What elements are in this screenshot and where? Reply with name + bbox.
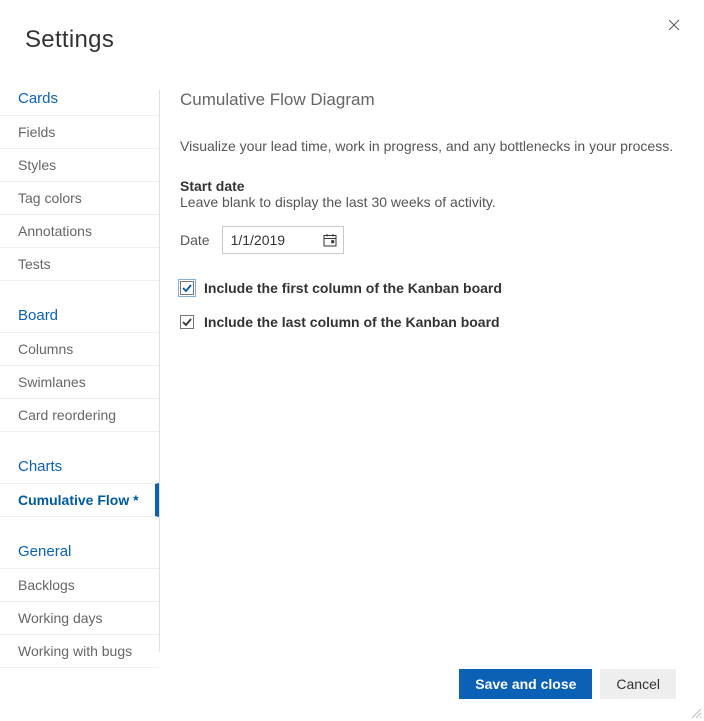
- sidebar-item-styles[interactable]: Styles: [0, 148, 159, 181]
- calendar-icon[interactable]: [323, 233, 337, 247]
- sidebar-item-tag-colors[interactable]: Tag colors: [0, 181, 159, 214]
- checkbox-row-first-column: Include the first column of the Kanban b…: [180, 280, 684, 296]
- sidebar-item-backlogs[interactable]: Backlogs: [0, 568, 159, 601]
- include-first-column-label: Include the first column of the Kanban b…: [204, 280, 502, 296]
- sidebar-header-general: General: [0, 535, 159, 568]
- sidebar-item-tests[interactable]: Tests: [0, 247, 159, 281]
- close-button[interactable]: [666, 17, 682, 33]
- sidebar-header-charts: Charts: [0, 450, 159, 483]
- include-last-column-label: Include the last column of the Kanban bo…: [204, 314, 500, 330]
- sidebar-section-cards: Cards Fields Styles Tag colors Annotatio…: [0, 90, 159, 281]
- panel-description: Visualize your lead time, work in progre…: [180, 138, 684, 154]
- sidebar-section-board: Board Columns Swimlanes Card reordering: [0, 299, 159, 432]
- sidebar-item-cumulative-flow[interactable]: Cumulative Flow *: [0, 483, 159, 517]
- settings-dialog: Settings Cards Fields Styles Tag colors …: [0, 0, 704, 721]
- date-row: Date: [180, 226, 684, 254]
- sidebar-item-working-with-bugs[interactable]: Working with bugs: [0, 634, 159, 668]
- dialog-title: Settings: [0, 0, 704, 54]
- checkbox-row-last-column: Include the last column of the Kanban bo…: [180, 314, 684, 330]
- sidebar-item-annotations[interactable]: Annotations: [0, 214, 159, 247]
- save-and-close-button[interactable]: Save and close: [459, 669, 592, 699]
- sidebar-section-charts: Charts Cumulative Flow *: [0, 450, 159, 517]
- sidebar-item-columns[interactable]: Columns: [0, 332, 159, 365]
- panel-title: Cumulative Flow Diagram: [180, 90, 684, 110]
- resize-grip-icon[interactable]: [690, 707, 702, 719]
- close-icon: [668, 19, 680, 31]
- settings-panel: Cumulative Flow Diagram Visualize your l…: [160, 90, 704, 652]
- settings-sidebar: Cards Fields Styles Tag colors Annotatio…: [0, 90, 160, 652]
- sidebar-header-cards: Cards: [0, 90, 159, 115]
- start-date-label: Start date: [180, 178, 684, 194]
- checkmark-icon: [182, 317, 192, 327]
- start-date-hint: Leave blank to display the last 30 weeks…: [180, 194, 684, 210]
- checkmark-icon: [182, 283, 192, 293]
- date-input-container[interactable]: [222, 226, 344, 254]
- cancel-button[interactable]: Cancel: [600, 669, 676, 699]
- sidebar-item-working-days[interactable]: Working days: [0, 601, 159, 634]
- dialog-body: Cards Fields Styles Tag colors Annotatio…: [0, 90, 704, 652]
- include-first-column-checkbox[interactable]: [180, 281, 194, 295]
- date-label: Date: [180, 232, 210, 248]
- sidebar-item-card-reordering[interactable]: Card reordering: [0, 398, 159, 432]
- date-input[interactable]: [231, 232, 309, 248]
- sidebar-item-fields[interactable]: Fields: [0, 115, 159, 148]
- sidebar-item-swimlanes[interactable]: Swimlanes: [0, 365, 159, 398]
- sidebar-header-board: Board: [0, 299, 159, 332]
- dialog-footer: Save and close Cancel: [459, 669, 676, 699]
- include-last-column-checkbox[interactable]: [180, 315, 194, 329]
- sidebar-section-general: General Backlogs Working days Working wi…: [0, 535, 159, 668]
